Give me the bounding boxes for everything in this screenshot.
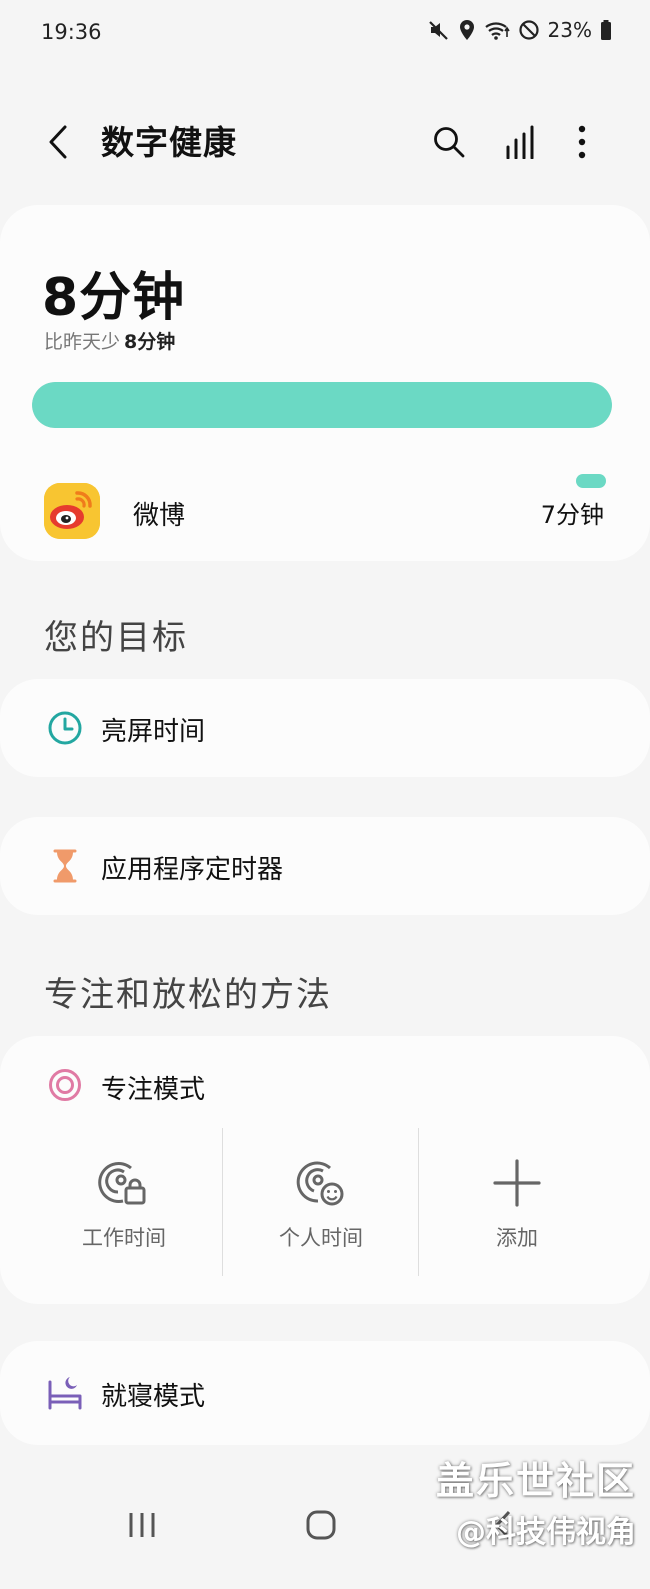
plus-icon bbox=[493, 1159, 541, 1207]
add-focus-label: 添加 bbox=[496, 1226, 538, 1250]
status-icons: 23% bbox=[428, 18, 612, 42]
goals-section-title: 您的目标 bbox=[44, 618, 188, 658]
app-name: 微博 bbox=[133, 501, 186, 531]
battery-percent: 23% bbox=[547, 18, 592, 42]
mute-icon bbox=[428, 21, 448, 40]
focus-relax-section-title: 专注和放松的方法 bbox=[44, 975, 332, 1015]
battery-icon bbox=[601, 20, 611, 40]
usage-bar-fill bbox=[32, 382, 612, 428]
app-usage-mini-bar bbox=[576, 474, 606, 488]
do-not-disturb-icon bbox=[518, 20, 539, 40]
weibo-icon bbox=[44, 483, 100, 539]
app-time: 7分钟 bbox=[540, 501, 604, 529]
app-usage-row-weibo[interactable]: 微博 7分钟 bbox=[0, 467, 650, 555]
bed-moon-icon bbox=[48, 1377, 82, 1410]
watermark-line1: 盖乐世社区 bbox=[435, 1459, 636, 1503]
watermark: 盖乐世社区 @科技伟视角 bbox=[436, 1450, 636, 1551]
wifi-icon bbox=[484, 22, 510, 40]
status-time: 19:36 bbox=[41, 20, 102, 44]
personal-time-label: 个人时间 bbox=[279, 1226, 363, 1250]
compare-yesterday: 比昨天少 8分钟 bbox=[44, 327, 175, 354]
personal-time-option[interactable]: 个人时间 bbox=[223, 1146, 419, 1296]
search-button[interactable] bbox=[427, 120, 471, 164]
compare-value: 8分钟 bbox=[124, 331, 176, 353]
bar-chart-icon bbox=[506, 125, 534, 159]
focus-mode-card: 专注模式 工作时间 个人时间 添加 bbox=[0, 1036, 650, 1304]
recents-icon bbox=[129, 1513, 155, 1537]
usage-card[interactable]: 8分钟 比昨天少 8分钟 微博 7分钟 bbox=[0, 205, 650, 561]
focus-mode-label: 专注模式 bbox=[101, 1075, 206, 1105]
focus-mode-header[interactable]: 专注模式 bbox=[0, 1036, 650, 1136]
recents-button[interactable] bbox=[107, 1500, 177, 1550]
screen-time-total: 8分钟 bbox=[42, 268, 186, 328]
app-timer-item[interactable]: 应用程序定时器 bbox=[0, 817, 650, 915]
status-bar: 19:36 23% bbox=[0, 0, 650, 70]
personal-focus-icon bbox=[296, 1161, 344, 1206]
target-icon bbox=[49, 1069, 81, 1101]
home-button[interactable] bbox=[286, 1500, 356, 1550]
home-icon bbox=[306, 1510, 336, 1540]
back-icon bbox=[49, 125, 67, 159]
bedtime-mode-label: 就寝模式 bbox=[101, 1382, 206, 1412]
search-icon bbox=[434, 127, 465, 158]
location-icon bbox=[459, 20, 474, 40]
back-button[interactable] bbox=[38, 120, 78, 164]
work-time-option[interactable]: 工作时间 bbox=[26, 1146, 222, 1296]
more-vert-icon bbox=[578, 125, 586, 159]
add-focus-option[interactable]: 添加 bbox=[419, 1146, 615, 1296]
usage-bar bbox=[32, 382, 612, 428]
compare-text: 比昨天少 bbox=[44, 331, 121, 353]
screen-time-goal-item[interactable]: 亮屏时间 bbox=[0, 679, 650, 777]
app-bar: 数字健康 bbox=[0, 100, 650, 184]
stats-button[interactable] bbox=[498, 120, 542, 164]
work-time-label: 工作时间 bbox=[82, 1226, 166, 1250]
more-options-button[interactable] bbox=[560, 120, 604, 164]
bedtime-mode-item[interactable]: 就寝模式 bbox=[0, 1341, 650, 1445]
work-focus-icon bbox=[98, 1162, 146, 1205]
page-title: 数字健康 bbox=[101, 123, 237, 162]
clock-icon bbox=[48, 711, 82, 745]
app-timer-label: 应用程序定时器 bbox=[101, 855, 284, 885]
hourglass-icon bbox=[53, 849, 77, 883]
screen-time-goal-label: 亮屏时间 bbox=[101, 717, 206, 747]
watermark-line2: @科技伟视角 bbox=[456, 1515, 636, 1550]
